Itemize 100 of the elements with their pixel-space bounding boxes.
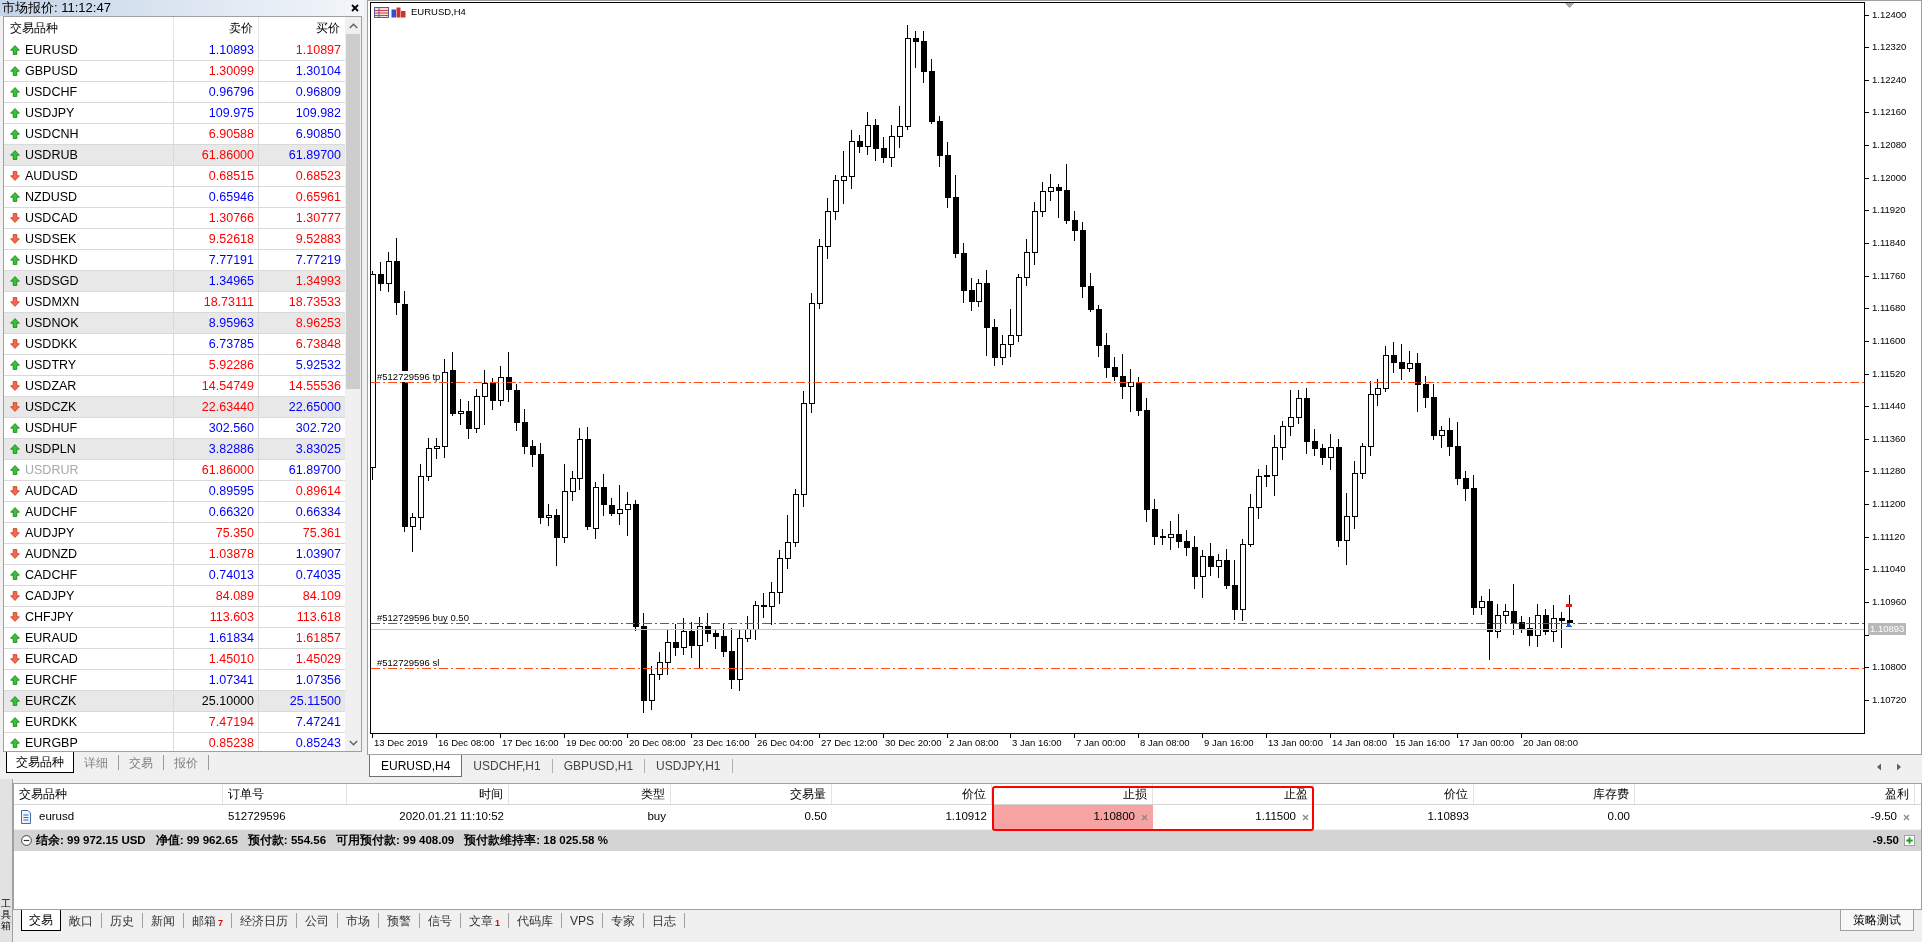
column-header[interactable]: 交易量 [671,784,832,804]
quote-row[interactable]: USDHUF 302.560 302.720 [4,418,345,439]
column-header[interactable]: 类型 [509,784,671,804]
ask-price: 0.89614 [295,482,341,500]
column-header[interactable]: 止盈 [1153,784,1314,804]
close-icon[interactable] [351,4,359,12]
quote-row[interactable]: AUDCHF 0.66320 0.66334 [4,502,345,523]
symbol-name: AUDCAD [25,482,78,500]
column-header[interactable]: 库存费 [1474,784,1635,804]
symbol-name: EURCZK [25,692,77,710]
quote-row[interactable]: USDCNH 6.90588 6.90850 [4,124,345,145]
tab[interactable]: 交易 [21,910,61,931]
quote-row[interactable]: CADCHF 0.74013 0.74035 [4,565,345,586]
quote-row[interactable]: GBPUSD 1.30099 1.30104 [4,61,345,82]
quote-row[interactable]: EURCZK 25.10000 25.11500 [4,691,345,712]
tab[interactable]: GBPUSD,H1 [552,759,646,773]
quote-row[interactable]: USDZAR 14.54749 14.55536 [4,376,345,397]
ask-price: 8.96253 [295,314,341,332]
bid-price: 8.95963 [208,314,254,332]
bid-price: 6.90588 [208,125,254,143]
tab[interactable]: 专家 [603,913,645,928]
quote-row[interactable]: USDCHF 0.96796 0.96809 [4,82,345,103]
tab[interactable]: 邮箱 7 [184,913,232,928]
column-header[interactable]: 交易品种 [4,17,173,40]
symbol-name: USDNOK [25,314,79,332]
quote-row[interactable]: AUDUSD 0.68515 0.68523 [4,166,345,187]
tab[interactable]: USDJPY,H1 [645,759,733,773]
column-header[interactable]: 交易品种 [14,784,223,804]
bid-price: 113.603 [209,608,254,626]
tab[interactable]: 信号 [420,913,461,928]
quote-row[interactable]: AUDCAD 0.89595 0.89614 [4,481,345,502]
tab[interactable]: 公司 [297,913,338,928]
price-axis-label: 1.11280 [1872,465,1906,477]
tab[interactable]: 交易 [119,755,164,770]
time-axis-label: 16 Dec 08:00 [438,737,495,749]
quote-row[interactable]: USDDKK 6.73785 6.73848 [4,334,345,355]
plus-icon[interactable] [1904,835,1915,846]
quote-row[interactable]: EURUSD 1.10893 1.10897 [4,40,345,61]
column-header[interactable]: 盈利 [1635,784,1915,804]
minus-circle-icon[interactable] [21,835,32,846]
quote-row[interactable]: AUDJPY 75.350 75.361 [4,523,345,544]
quote-row[interactable]: EURDKK 7.47194 7.47241 [4,712,345,733]
bid-price: 0.68515 [208,167,254,185]
ask-price: 113.618 [296,608,341,626]
tab[interactable]: 新闻 [143,913,184,928]
tab[interactable]: EURUSD,H4 [369,755,463,777]
tab[interactable]: 历史 [102,913,143,928]
price-axis-label: 1.10960 [1872,596,1907,608]
tab[interactable]: 市场 [338,913,379,928]
chevron-down-icon[interactable] [348,739,358,746]
quote-row[interactable]: USDHKD 7.77191 7.77219 [4,250,345,271]
quote-row[interactable]: USDPLN 3.82886 3.83025 [4,439,345,460]
quote-row[interactable]: USDSGD 1.34965 1.34993 [4,271,345,292]
scrollbar[interactable] [345,17,361,751]
tab[interactable]: 敞口 [61,913,102,928]
tab[interactable]: 详细 [74,755,119,770]
quote-row[interactable]: CADJPY 84.089 84.109 [4,586,345,607]
tab[interactable]: 经济日历 [232,913,297,928]
scrollbar-thumb[interactable] [346,34,360,389]
column-header[interactable]: 价位 [1314,784,1474,804]
column-header[interactable]: 止损 [992,784,1153,804]
tab[interactable]: VPS [562,913,604,928]
tab[interactable]: 报价 [164,755,209,770]
column-header[interactable]: 价位 [832,784,992,804]
quote-row[interactable]: AUDNZD 1.03878 1.03907 [4,544,345,565]
tab[interactable]: USDCHF,H1 [462,759,553,773]
tab[interactable]: 日志 [644,913,686,928]
quote-row[interactable]: CHFJPY 113.603 113.618 [4,607,345,628]
column-header[interactable]: 时间 [347,784,509,804]
column-header[interactable]: 订单号 [223,784,347,804]
triangle-right-icon[interactable] [1896,763,1902,771]
bid-price: 1.34965 [208,272,254,290]
price-axis-label: 1.12080 [1872,139,1907,151]
account-summary-item: 可用预付款: 99 408.09 [336,832,455,848]
symbol-name: EURCHF [25,671,78,689]
tab[interactable]: 预警 [379,913,420,928]
quote-row[interactable]: USDJPY 109.975 109.982 [4,103,345,124]
quote-row[interactable]: EURAUD 1.61834 1.61857 [4,628,345,649]
quote-row[interactable]: USDCZK 22.63440 22.65000 [4,397,345,418]
time-axis-label: 17 Dec 16:00 [502,737,559,749]
quote-row[interactable]: USDMXN 18.73111 18.73533 [4,292,345,313]
tab[interactable]: 策略测试 [1840,910,1914,931]
quote-row[interactable]: USDRUB 61.86000 61.89700 [4,145,345,166]
quote-row[interactable]: EURCHF 1.07341 1.07356 [4,670,345,691]
time-axis-label: 19 Dec 00:00 [566,737,623,749]
quote-row[interactable]: USDCAD 1.30766 1.30777 [4,208,345,229]
quote-row[interactable]: USDTRY 5.92286 5.92532 [4,355,345,376]
tab[interactable]: 交易品种 [6,752,74,773]
quote-row[interactable]: USDSEK 9.52618 9.52883 [4,229,345,250]
table-cell-text: 512729596 [228,809,286,825]
symbol-name: USDSGD [25,272,79,290]
ask-price: 1.34993 [295,272,341,290]
quote-row[interactable]: USDNOK 8.95963 8.96253 [4,313,345,334]
quote-row[interactable]: EURCAD 1.45010 1.45029 [4,649,345,670]
tab[interactable]: 文章 1 [461,913,510,928]
chevron-up-icon[interactable] [348,22,358,29]
triangle-marker-icon[interactable] [1564,3,1574,8]
tab[interactable]: 代码库 [509,913,563,928]
quote-row[interactable]: NZDUSD 0.65946 0.65961 [4,187,345,208]
triangle-left-icon[interactable] [1876,763,1882,771]
